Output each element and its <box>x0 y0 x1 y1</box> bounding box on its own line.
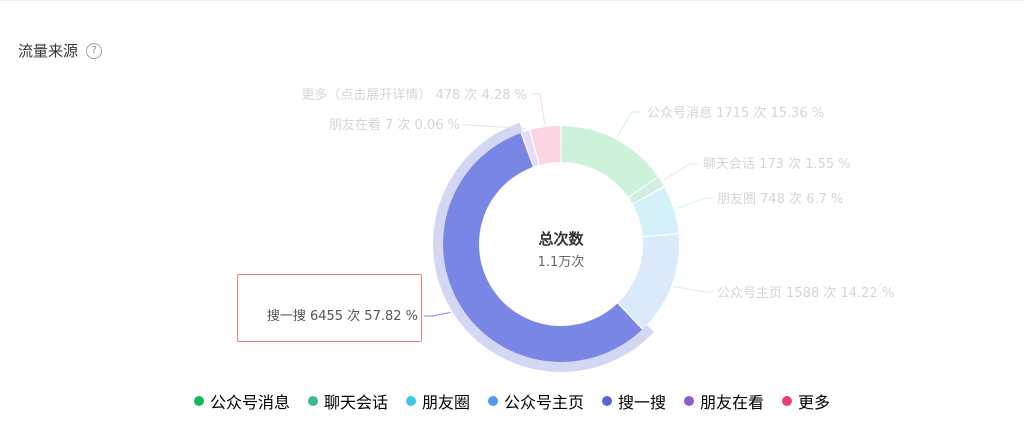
legend-item-聊天会话[interactable]: 聊天会话 <box>307 389 388 413</box>
legend-label: 聊天会话 <box>323 393 388 412</box>
legend-dot-icon <box>487 396 498 406</box>
legend-item-搜一搜[interactable]: 搜一搜 <box>602 389 666 413</box>
data-label-公众号主页: 公众号主页 1588 次 14.22 % <box>717 285 894 301</box>
legend-item-公众号消息[interactable]: 公众号消息 <box>193 389 290 413</box>
leader-line-更多 <box>532 93 546 125</box>
chart-legend: 公众号消息 聊天会话 朋友圈 公众号主页 搜一搜 朋友在看 更多 <box>0 389 1024 413</box>
legend-dot-icon <box>307 396 318 406</box>
legend-dot-icon <box>405 396 416 406</box>
leader-line-朋友圈 <box>676 197 713 209</box>
legend-item-朋友在看[interactable]: 朋友在看 <box>684 389 764 413</box>
legend-dot-icon <box>684 396 695 406</box>
slice-公众号消息 <box>561 126 658 197</box>
legend-item-公众号主页[interactable]: 公众号主页 <box>487 389 584 413</box>
leader-line-搜一搜 <box>424 311 451 317</box>
legend-dot-icon <box>782 396 793 406</box>
legend-label: 朋友圈 <box>421 393 470 412</box>
data-label-更多: 更多（点击展开详情） 478 次 4.28 % <box>301 87 527 103</box>
legend-label: 公众号消息 <box>209 393 290 412</box>
data-label-聊天会话: 聊天会话 173 次 1.55 % <box>703 156 851 172</box>
highlight-callout-box <box>237 274 422 342</box>
data-label-公众号消息: 公众号消息 1715 次 15.36 % <box>647 105 824 121</box>
legend-label: 更多 <box>798 393 831 412</box>
leader-line-公众号消息 <box>616 111 640 138</box>
legend-item-朋友圈[interactable]: 朋友圈 <box>405 389 470 413</box>
legend-label: 朋友在看 <box>700 393 765 412</box>
legend-dot-icon <box>602 396 612 406</box>
center-title: 总次数 <box>538 230 584 248</box>
legend-dot-icon <box>193 396 204 406</box>
legend-label: 搜一搜 <box>618 393 667 412</box>
leader-line-公众号主页 <box>674 286 713 293</box>
data-label-朋友在看: 朋友在看 7 次 0.06 % <box>329 117 460 133</box>
traffic-source-donut-chart: 公众号消息 1715 次 15.36 % 聊天会话 173 次 1.55 % 朋友圈… <box>267 87 894 372</box>
legend-item-更多[interactable]: 更多 <box>782 389 830 413</box>
center-value: 1.1万次 <box>538 254 585 270</box>
legend-label: 公众号主页 <box>503 393 584 412</box>
data-label-朋友圈: 朋友圈 748 次 6.7 % <box>717 191 843 207</box>
leader-line-聊天会话 <box>663 163 698 181</box>
